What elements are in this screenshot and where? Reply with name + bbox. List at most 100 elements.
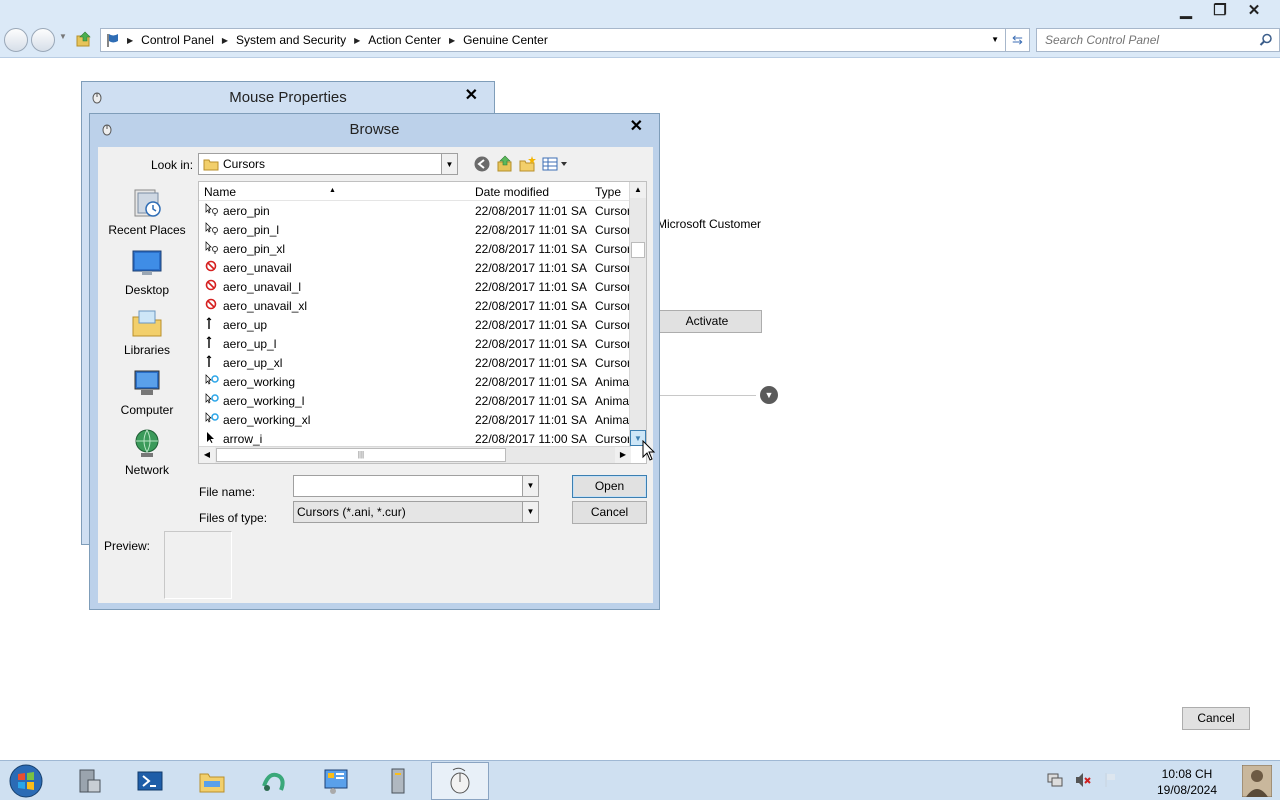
system-tool-icon [391, 768, 405, 794]
taskbar-network-tool[interactable] [245, 762, 303, 800]
server-manager-icon [79, 769, 101, 793]
unavailable-cursor-icon [205, 260, 219, 274]
taskbar-powershell[interactable] [121, 762, 179, 800]
preview-box [164, 531, 232, 599]
horizontal-scroll-thumb[interactable]: ||| [216, 448, 506, 462]
network-status-icon[interactable] [1046, 771, 1064, 789]
look-in-dropdown-icon[interactable]: ▼ [441, 154, 457, 174]
desktop-icon [132, 250, 162, 275]
look-in-label: Look in: [151, 158, 194, 172]
volume-muted-icon[interactable] [1074, 771, 1092, 789]
taskbar-file-explorer[interactable] [183, 762, 241, 800]
file-rows: aero_pin 22/08/2017 11:01 SA Cursor aero_pi… [199, 201, 631, 448]
page-cancel-button[interactable]: Cancel [1182, 707, 1250, 730]
activate-button[interactable]: Activate [652, 310, 762, 333]
close-button[interactable]: ✕ [1242, 0, 1266, 20]
file-row[interactable]: aero_pin_xl 22/08/2017 11:01 SA Cursor [199, 239, 631, 258]
minimize-button[interactable]: ▁ [1174, 0, 1198, 20]
vertical-scroll-thumb[interactable] [631, 242, 645, 258]
file-row[interactable]: aero_pin_l 22/08/2017 11:01 SA Cursor [199, 220, 631, 239]
breadcrumb-system-security[interactable]: System and Security [236, 33, 346, 47]
files-of-type-dropdown-icon[interactable]: ▼ [522, 502, 538, 522]
user-avatar-icon[interactable] [1242, 765, 1272, 797]
place-desktop[interactable]: Desktop [98, 247, 196, 297]
file-row[interactable]: aero_unavail 22/08/2017 11:01 SA Cursor [199, 258, 631, 277]
place-libraries[interactable]: Libraries [98, 307, 196, 357]
breadcrumb-genuine-center[interactable]: Genuine Center [463, 33, 548, 47]
up-folder-icon[interactable] [75, 30, 93, 48]
taskbar-server-manager[interactable] [60, 762, 118, 800]
view-menu-icon[interactable] [542, 156, 568, 172]
forward-button[interactable] [31, 28, 55, 52]
system-tray [1046, 771, 1120, 789]
look-in-select[interactable]: Cursors ▼ [198, 153, 458, 175]
place-label: Desktop [124, 283, 170, 297]
address-bar[interactable]: ▶ Control Panel ▶ System and Security ▶ … [100, 28, 1006, 52]
search-field[interactable] [1036, 28, 1280, 52]
file-date-cell: 22/08/2017 11:01 SA [475, 375, 587, 389]
unavailable-cursor-icon [205, 298, 219, 312]
place-computer[interactable]: Computer [98, 367, 196, 417]
breadcrumb-action-center[interactable]: Action Center [368, 33, 441, 47]
section-divider [660, 395, 756, 396]
refresh-button[interactable]: ⇆ [1006, 28, 1030, 52]
column-date-header[interactable]: Date modified [475, 185, 549, 199]
taskbar-system-tool[interactable] [369, 762, 427, 800]
file-type-cell: Cursor [595, 337, 631, 351]
file-type-cell: Cursor [595, 432, 631, 446]
libraries-icon [132, 310, 162, 337]
flag-tray-icon[interactable] [1102, 771, 1120, 789]
vertical-scrollbar[interactable]: ▲ ▼ [629, 182, 646, 446]
place-recent-places[interactable]: Recent Places [98, 187, 196, 237]
file-name-input[interactable]: ▼ [293, 475, 539, 497]
horizontal-scrollbar[interactable]: ◀ ||| ▶ [199, 446, 631, 463]
scroll-left-arrow[interactable]: ◀ [199, 447, 215, 463]
start-button[interactable] [7, 764, 45, 798]
taskbar-mouse-properties[interactable] [431, 762, 489, 800]
expand-section-button[interactable]: ▼ [760, 386, 778, 404]
taskbar-clock[interactable]: 10:08 CH 19/08/2024 [1146, 766, 1228, 798]
folder-icon [203, 159, 219, 171]
file-name-cell: aero_pin [223, 204, 270, 218]
restore-button[interactable]: ❐ [1208, 0, 1232, 20]
recent-pages-dropdown[interactable]: ▼ [59, 32, 67, 41]
scroll-up-arrow[interactable]: ▲ [630, 182, 646, 198]
place-network[interactable]: Network [98, 427, 196, 477]
cancel-button[interactable]: Cancel [572, 501, 647, 524]
scroll-right-arrow[interactable]: ▶ [615, 447, 631, 463]
search-icon[interactable] [1259, 33, 1273, 47]
up-one-level-icon[interactable] [496, 155, 514, 173]
mouse-properties-close-button[interactable]: ✕ [465, 85, 478, 105]
file-date-cell: 22/08/2017 11:01 SA [475, 394, 587, 408]
back-button[interactable] [4, 28, 28, 52]
file-row[interactable]: aero_up_l 22/08/2017 11:01 SA Cursor [199, 334, 631, 353]
browse-close-button[interactable]: ✕ [630, 116, 643, 136]
file-date-cell: 22/08/2017 11:01 SA [475, 280, 587, 294]
file-row[interactable]: aero_working_l 22/08/2017 11:01 SA Anima [199, 391, 631, 410]
new-folder-icon[interactable] [519, 155, 537, 173]
file-row[interactable]: aero_up_xl 22/08/2017 11:01 SA Cursor [199, 353, 631, 372]
files-of-type-select[interactable]: Cursors (*.ani, *.cur) ▼ [293, 501, 539, 523]
address-dropdown-icon[interactable]: ▼ [991, 35, 999, 44]
file-list: Name ▲ Date modified Type aero_pin 22/08/… [198, 181, 647, 464]
taskbar-control-panel[interactable] [307, 762, 365, 800]
file-date-cell: 22/08/2017 11:01 SA [475, 223, 587, 237]
file-name-cell: aero_working_l [223, 394, 305, 408]
mouse-properties-title: Mouse Properties [229, 89, 347, 106]
file-row[interactable]: aero_working_xl 22/08/2017 11:01 SA Anima [199, 410, 631, 429]
column-name-header[interactable]: Name [204, 185, 236, 199]
file-row[interactable]: aero_up 22/08/2017 11:01 SA Cursor [199, 315, 631, 334]
file-name-cell: aero_pin_xl [223, 242, 286, 256]
search-input[interactable] [1037, 29, 1247, 51]
file-row[interactable]: aero_working 22/08/2017 11:01 SA Anima [199, 372, 631, 391]
file-row[interactable]: aero_unavail_l 22/08/2017 11:01 SA Cursor [199, 277, 631, 296]
file-row[interactable]: aero_pin 22/08/2017 11:01 SA Cursor [199, 201, 631, 220]
file-row[interactable]: aero_unavail_xl 22/08/2017 11:01 SA Cursor [199, 296, 631, 315]
file-date-cell: 22/08/2017 11:01 SA [475, 204, 587, 218]
breadcrumb-control-panel[interactable]: Control Panel [141, 33, 214, 47]
up-arrow-cursor-icon [205, 317, 219, 331]
column-type-header[interactable]: Type [595, 185, 621, 199]
file-name-dropdown-icon[interactable]: ▼ [522, 476, 538, 496]
back-arrow-icon[interactable] [473, 155, 491, 173]
open-button[interactable]: Open [572, 475, 647, 498]
